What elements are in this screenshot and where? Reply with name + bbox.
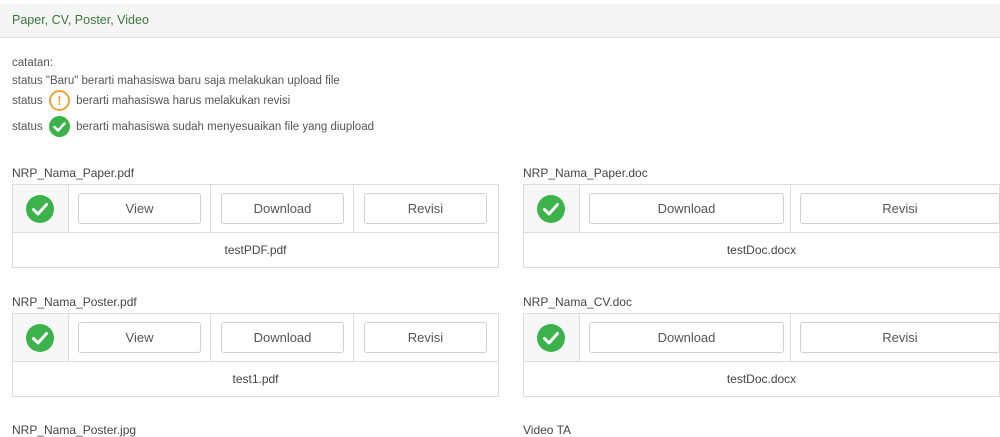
download-button[interactable]: Download (221, 322, 344, 353)
revisi-button[interactable]: Revisi (800, 193, 1000, 224)
upload-card: Download Revisi testDoc.docx (523, 313, 1000, 397)
download-cell: Download (211, 314, 354, 361)
note-accepted-status: status berarti mahasiswa sudah menyesuai… (12, 116, 374, 137)
revisi-button[interactable]: Revisi (364, 322, 487, 353)
status-cell (524, 314, 580, 361)
upload-label-poster-jpg: NRP_Nama_Poster.jpg (12, 423, 137, 437)
upload-actions-row: Download Revisi (524, 185, 1000, 233)
upload-label: NRP_Nama_CV.doc (523, 295, 632, 309)
check-circle-icon (48, 116, 70, 137)
upload-actions-row: View Download Revisi (13, 314, 498, 362)
download-cell: Download (580, 185, 791, 232)
upload-label: NRP_Nama_Paper.doc (523, 166, 648, 180)
notes-heading: catatan: (12, 57, 53, 69)
status-cell (524, 185, 580, 232)
note-revision-prefix: status (12, 94, 43, 107)
uploaded-filename[interactable]: testDoc.docx (524, 233, 999, 267)
uploaded-filename[interactable]: testDoc.docx (524, 362, 999, 396)
view-cell: View (69, 314, 211, 361)
upload-card: Download Revisi testDoc.docx (523, 184, 1000, 268)
view-button[interactable]: View (78, 322, 201, 353)
download-button[interactable]: Download (221, 193, 344, 224)
view-button[interactable]: View (78, 193, 201, 224)
upload-actions-row: View Download Revisi (13, 185, 498, 233)
note-revision-status: status berarti mahasiswa harus melakukan… (12, 90, 290, 111)
upload-actions-row: Download Revisi (524, 314, 1000, 362)
revisi-cell: Revisi (791, 185, 1000, 232)
download-button[interactable]: Download (589, 322, 784, 353)
revisi-cell: Revisi (354, 314, 498, 361)
panel-title: Paper, CV, Poster, Video (12, 13, 149, 27)
uploaded-filename[interactable]: test1.pdf (13, 362, 498, 396)
note-new-status: status "Baru" berarti mahasiswa baru saj… (12, 75, 340, 87)
revisi-button[interactable]: Revisi (364, 193, 487, 224)
status-cell (13, 185, 69, 232)
check-circle-icon (26, 195, 54, 223)
download-cell: Download (580, 314, 791, 361)
download-cell: Download (211, 185, 354, 232)
note-accepted-text: berarti mahasiswa sudah menyesuaikan fil… (76, 120, 374, 133)
uploaded-filename[interactable]: testPDF.pdf (13, 233, 498, 267)
upload-label: NRP_Nama_Paper.pdf (12, 166, 135, 180)
upload-card: View Download Revisi testPDF.pdf (12, 184, 499, 268)
status-cell (13, 314, 69, 361)
note-accepted-prefix: status (12, 120, 43, 133)
exclamation-circle-icon (48, 90, 70, 111)
revisi-button[interactable]: Revisi (800, 322, 1000, 353)
check-circle-icon (537, 195, 565, 223)
download-button[interactable]: Download (589, 193, 784, 224)
upload-card: View Download Revisi test1.pdf (12, 313, 499, 397)
upload-label-video: Video TA (523, 423, 572, 437)
note-revision-text: berarti mahasiswa harus melakukan revisi (76, 94, 291, 107)
revisi-cell: Revisi (354, 185, 498, 232)
check-circle-icon (537, 324, 565, 352)
panel-header: Paper, CV, Poster, Video (0, 4, 1000, 38)
upload-label: NRP_Nama_Poster.pdf (12, 295, 137, 309)
view-cell: View (69, 185, 211, 232)
check-circle-icon (26, 324, 54, 352)
revisi-cell: Revisi (791, 314, 1000, 361)
